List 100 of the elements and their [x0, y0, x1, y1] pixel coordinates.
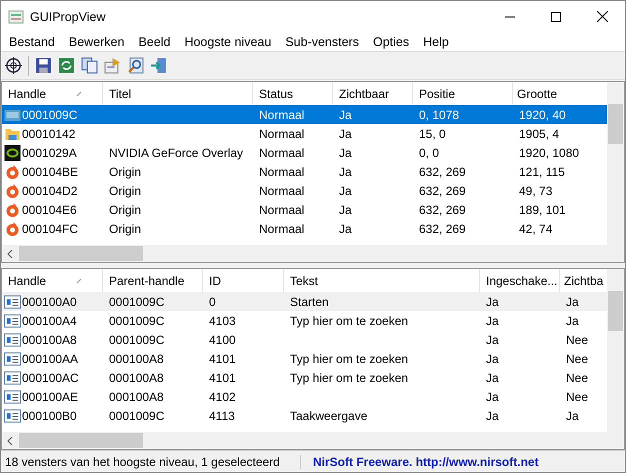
- table-cell: Ja: [339, 108, 352, 122]
- website-link[interactable]: NirSoft Freeware. http://www.nirsoft.net: [301, 454, 539, 468]
- list-row[interactable]: 000100AE 000100A8 4102 Ja Nee: [2, 387, 607, 406]
- sort-icon: [76, 278, 82, 284]
- window-icon: [4, 294, 21, 310]
- window-title: GUIPropView: [30, 10, 106, 24]
- table-cell: 4102: [209, 390, 236, 404]
- horizontal-scrollbar[interactable]: [2, 432, 607, 449]
- menu-item[interactable]: Help: [416, 34, 456, 48]
- menu-item[interactable]: Beeld: [131, 34, 178, 48]
- table-cell: 0001009C: [109, 294, 164, 308]
- vertical-scrollbar[interactable]: [607, 269, 624, 449]
- table-cell: 4103: [209, 314, 236, 328]
- scroll-left-icon[interactable]: [7, 436, 13, 444]
- list-row[interactable]: 000100AA 000100A8 4101 Typ hier om te zoeken Ja Nee: [2, 349, 607, 368]
- table-cell: Ja: [339, 164, 352, 178]
- table-cell: 000104FC: [22, 222, 78, 236]
- table-cell: Normaal: [259, 164, 304, 178]
- table-cell: NVIDIA GeForce Overlay: [109, 146, 244, 160]
- list-row[interactable]: 000100A4 0001009C 4103 Typ hier om te zoeken Ja Ja: [2, 311, 607, 330]
- list-row[interactable]: 0001029A NVIDIA GeForce Overlay Normaal Ja 0, 0 1920, 1080: [2, 143, 607, 162]
- menu-item[interactable]: Opties: [366, 34, 416, 48]
- table-cell: 632, 269: [419, 202, 466, 216]
- table-cell: 4101: [209, 370, 236, 384]
- search-icon[interactable]: [127, 57, 144, 74]
- scroll-left-icon[interactable]: [7, 250, 13, 258]
- table-cell: Normaal: [259, 184, 304, 198]
- list-row[interactable]: 000100AC 000100A8 4101 Typ hier om te zoeken Ja Nee: [2, 368, 607, 387]
- table-cell: 000100B0: [22, 408, 77, 422]
- table-cell: Typ hier om te zoeken: [290, 314, 408, 328]
- table-cell: 0001009C: [109, 314, 164, 328]
- refresh-icon[interactable]: [58, 57, 75, 74]
- table-cell: Nee: [566, 390, 588, 404]
- table-cell: 000104BE: [22, 164, 78, 178]
- list-row[interactable]: 000100A0 0001009C 0 Starten Ja Ja: [2, 292, 607, 311]
- table-cell: Ja: [339, 222, 352, 236]
- horizontal-scrollbar[interactable]: [2, 245, 607, 262]
- table-cell: Ja: [339, 184, 352, 198]
- list-row[interactable]: 000104FC Origin Normaal Ja 632, 269 42, 74: [2, 219, 607, 238]
- vertical-scrollbar[interactable]: [607, 82, 624, 262]
- table-cell: 4100: [209, 332, 236, 346]
- table-cell: 000100A8: [109, 352, 164, 366]
- save-icon[interactable]: [35, 57, 52, 74]
- target-icon[interactable]: [5, 57, 22, 74]
- list-row[interactable]: 000100B0 0001009C 4113 Taakweergave Ja Ja: [2, 406, 607, 425]
- table-cell: 0, 0: [419, 146, 440, 160]
- table-cell: 000100AE: [22, 390, 78, 404]
- table-cell: 0: [209, 294, 216, 308]
- table-cell: 121, 115: [519, 164, 565, 178]
- list-row[interactable]: 000104D2 Origin Normaal Ja 632, 269 49, 73: [2, 181, 607, 200]
- table-cell: 15, 0: [419, 126, 446, 140]
- window-icon: [4, 370, 21, 386]
- column-header[interactable]: Grootte: [513, 82, 607, 105]
- table-cell: Ja: [566, 314, 579, 328]
- exit-icon[interactable]: [150, 57, 167, 74]
- table-cell: Ja: [339, 146, 352, 160]
- list-row[interactable]: 0001009C Normaal Ja 0, 1078 1920, 40: [2, 105, 607, 124]
- table-cell: 000100A8: [22, 332, 77, 346]
- table-cell: 49, 73: [519, 184, 552, 198]
- table-cell: Ja: [566, 408, 579, 422]
- table-cell: Ja: [486, 294, 499, 308]
- maximize-icon[interactable]: [551, 12, 561, 22]
- window-icon: [4, 388, 21, 404]
- table-cell: Ja: [486, 390, 499, 404]
- list-row[interactable]: 00010142 Normaal Ja 15, 0 1905, 4: [2, 124, 607, 143]
- table-cell: 000100A8: [109, 370, 164, 384]
- list-row[interactable]: 000104E6 Origin Normaal Ja 632, 269 189, 101: [2, 200, 607, 219]
- table-cell: Ja: [486, 314, 499, 328]
- table-cell: Normaal: [259, 202, 304, 216]
- table-cell: Normaal: [259, 146, 304, 160]
- table-cell: Ja: [566, 294, 579, 308]
- menu-item[interactable]: Bestand: [2, 34, 62, 48]
- column-header[interactable]: Zichtba: [560, 269, 607, 292]
- copy-icon[interactable]: [81, 57, 98, 74]
- table-cell: 0001009C: [109, 332, 164, 346]
- table-cell: 0001009C: [22, 108, 78, 122]
- origin-icon: [4, 220, 21, 236]
- list-row[interactable]: 000104BE Origin Normaal Ja 632, 269 121, 115: [2, 162, 607, 181]
- window-icon: [4, 350, 21, 366]
- table-cell: 1920, 40: [519, 108, 566, 122]
- table-cell: Nee: [566, 332, 588, 346]
- close-icon[interactable]: [596, 11, 608, 22]
- menu-item[interactable]: Bewerken: [62, 34, 132, 48]
- origin-icon: [4, 182, 21, 198]
- table-cell: Origin: [109, 184, 142, 198]
- menu-item[interactable]: Sub-vensters: [278, 34, 366, 48]
- table-cell: Ja: [486, 370, 499, 384]
- table-cell: 000100A8: [109, 390, 164, 404]
- list-row[interactable]: 000100A8 0001009C 4100 Ja Nee: [2, 330, 607, 349]
- table-cell: Starten: [290, 294, 329, 308]
- table-cell: Nee: [566, 370, 588, 384]
- table-cell: Normaal: [259, 108, 304, 122]
- table-cell: Typ hier om te zoeken: [290, 352, 408, 366]
- menu-item[interactable]: Hoogste niveau: [177, 34, 278, 48]
- table-cell: 0001029A: [22, 146, 77, 160]
- table-cell: Typ hier om te zoeken: [290, 370, 408, 384]
- table-cell: Origin: [109, 202, 142, 216]
- properties-icon[interactable]: [104, 57, 121, 74]
- table-cell: Origin: [109, 164, 142, 178]
- window-icon: [4, 332, 21, 348]
